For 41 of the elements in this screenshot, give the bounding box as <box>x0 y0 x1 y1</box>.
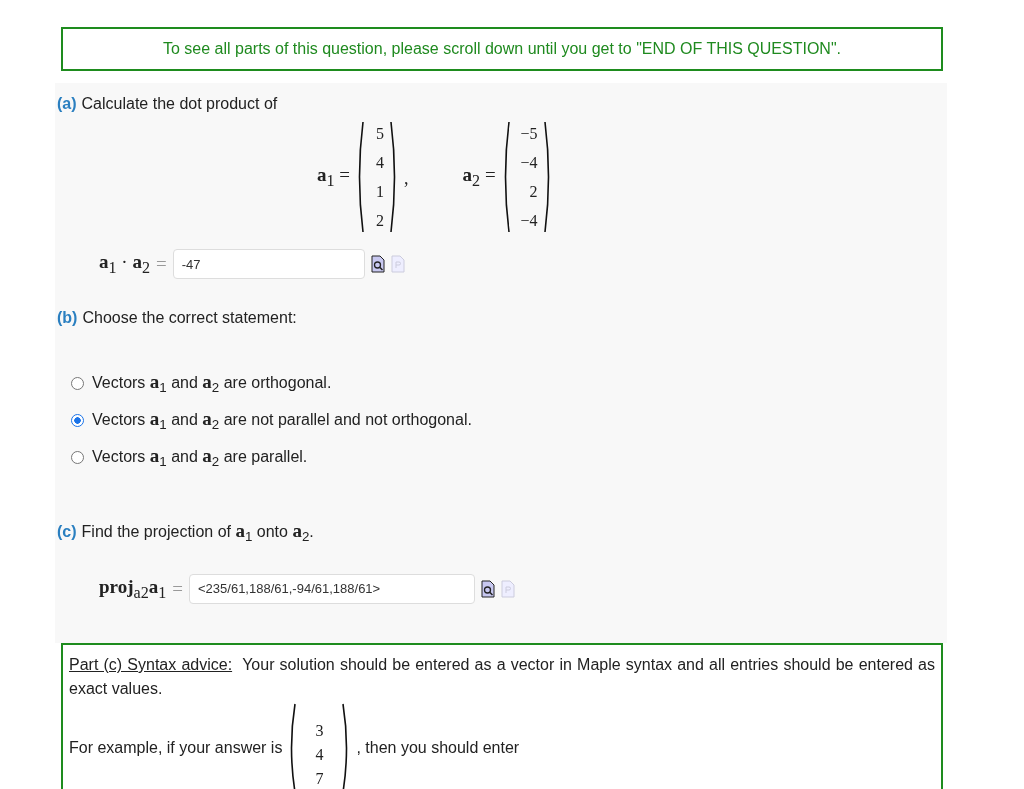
vector-entry: 7 <box>315 769 324 789</box>
part-prompt: Choose the correct statement: <box>82 309 297 327</box>
advice-text: Part (c) Syntax advice: Your solution should be entered as a vector in Maple syntax and all entries should be entered as exact values. <box>69 655 935 699</box>
radio-button[interactable] <box>71 376 84 390</box>
part-prompt: Calculate the dot product of <box>81 95 278 113</box>
answer-field[interactable]: <235/61,188/61,-94/61,188/61> <box>189 573 475 604</box>
part-letter: (c) <box>57 522 77 541</box>
preview-icon[interactable] <box>481 579 495 598</box>
right-paren-icon <box>543 121 552 233</box>
answer-field[interactable]: -47 <box>172 249 365 279</box>
example-text: , then you should enter <box>356 738 520 758</box>
vector-entry: 4 <box>376 153 385 173</box>
vector-entry: −5 <box>520 124 538 144</box>
radio-button[interactable] <box>71 450 84 464</box>
option-text: Vectors a$_{1}$ and a$_{2}$ are not parallel and not orthogonal. <box>92 408 472 433</box>
part-letter: (a) <box>57 95 77 113</box>
notice-banner: To see all parts of this question, please scroll down until you get to "END OF THIS QUESTION". <box>61 27 943 71</box>
option-text: Vectors a$_{1}$ and a$_{2}$ are parallel. <box>92 445 308 470</box>
left-paren-icon <box>356 121 365 233</box>
vector-label: a$_{2}$ = <box>462 164 496 190</box>
answer-label: a$_{1}$ · a$_{2}$ <box>99 251 150 277</box>
part-letter: (b) <box>57 309 78 327</box>
equals-sign: = <box>172 577 183 600</box>
separator: , <box>404 168 409 189</box>
part-prompt: Find the projection of a$_{1}$ onto a$_{2}$. <box>81 519 314 544</box>
vector-entry: 5 <box>376 124 385 144</box>
example-text: For example, if your answer is <box>69 738 283 758</box>
vector-label: a$_{1}$ = <box>317 164 351 190</box>
vector-entry: 3 <box>315 721 324 741</box>
vector-entry: −4 <box>520 153 538 173</box>
vector-entry: 1 <box>376 182 385 202</box>
vector-entry: −4 <box>520 211 538 231</box>
preview-icon[interactable] <box>370 255 385 273</box>
left-paren-icon <box>288 703 297 789</box>
vector-entry: 2 <box>529 182 538 202</box>
option-text: Vectors a$_{1}$ and a$_{2}$ are orthogonal. <box>92 371 332 396</box>
radio-button[interactable] <box>71 413 84 427</box>
equals-sign: = <box>156 253 167 275</box>
vector-entry: 4 <box>315 745 324 765</box>
answer-label: proj$_{a2}$a$_{1}$ <box>99 575 167 602</box>
vector-entry: 2 <box>376 211 385 231</box>
